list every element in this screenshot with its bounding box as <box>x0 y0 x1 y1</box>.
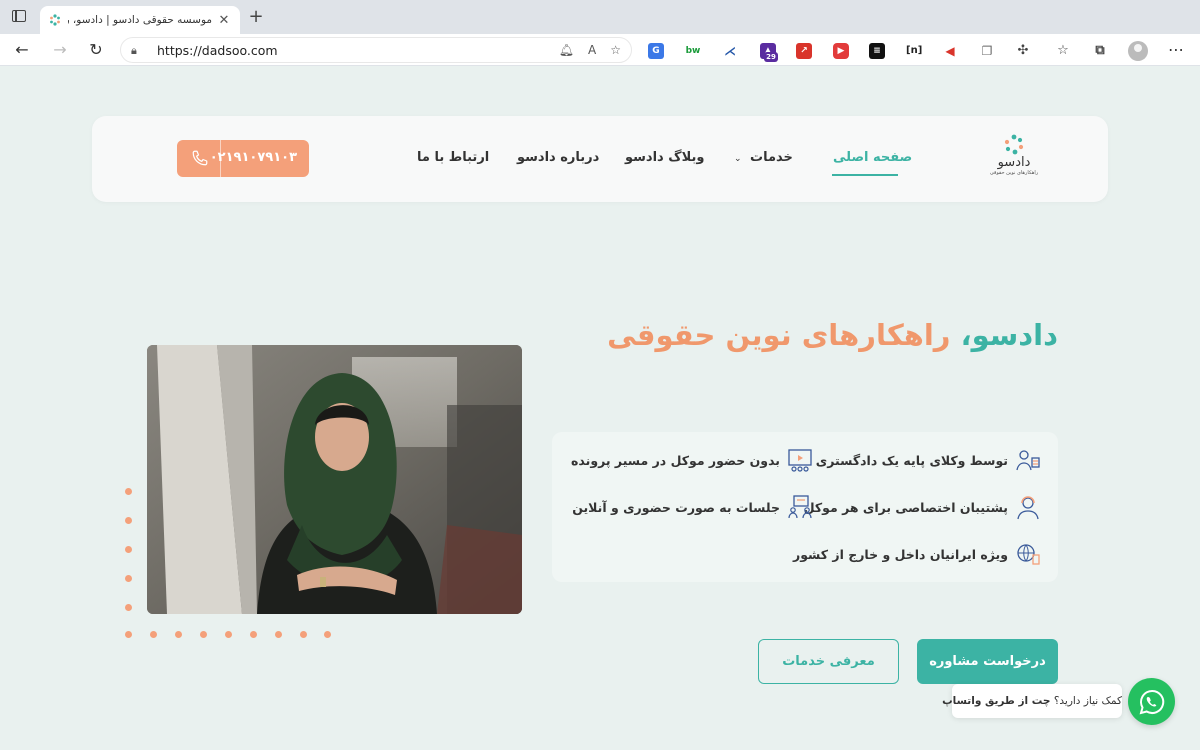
chevron-down-icon[interactable]: ⌄ <box>734 154 742 164</box>
notification-blocked-icon[interactable]: 🔔︎ <box>559 43 574 57</box>
browser-tab[interactable]: موسسه حقوقی دادسو | دادسو، راهکارهای نوی… <box>40 6 240 34</box>
translate-icon[interactable]: G <box>648 43 664 59</box>
feature-text: توسط وکلای پایه یک دادگستری <box>815 452 1008 468</box>
feature-item: بدون حضور موکل در مسیر پرونده <box>571 446 814 474</box>
hero-photo <box>147 345 522 614</box>
new-tab-icon[interactable]: + <box>246 8 266 28</box>
hero-title-rest: راهکارهای نوین حقوقی <box>607 318 961 352</box>
feature-text: بدون حضور موکل در مسیر پرونده <box>571 452 780 468</box>
tool-icon[interactable]: ⋌ <box>722 43 738 59</box>
logo-tagline: راهکارهای نوین حقوقی <box>989 170 1039 176</box>
collections-icon[interactable]: ⧉ <box>1092 43 1108 59</box>
more-options-icon[interactable]: ⋯ <box>1168 40 1184 59</box>
whatsapp-icon <box>1139 689 1164 714</box>
phone-number: ۰۲۱۹۱۰۷۹۱۰۳ <box>209 150 297 165</box>
phone-icon <box>192 150 208 166</box>
logo-name: دادسو <box>997 155 1031 170</box>
lawyer-icon <box>1014 446 1042 474</box>
feature-text: پشتیبان اختصاصی برای هر موکل <box>803 499 1008 515</box>
support-agent-icon <box>1014 493 1042 521</box>
site-favicon <box>50 14 60 26</box>
hero-brand: دادسو، <box>960 318 1058 352</box>
globe-building-icon <box>1014 540 1042 568</box>
url-text: https://dadsoo.com <box>157 42 278 58</box>
address-bar[interactable]: 🔒︎ https://dadsoo.com 🔔︎ A ☆ <box>120 37 632 63</box>
puzzle-icon[interactable]: ✣ <box>1015 43 1031 59</box>
profile-avatar[interactable] <box>1128 41 1148 61</box>
feature-item: جلسات به صورت حضوری و آنلاین <box>572 493 814 521</box>
tab-title: موسسه حقوقی دادسو | دادسو، راهکارهای نوی… <box>68 14 212 26</box>
whatsapp-prompt[interactable]: کمک نیاز دارید؟ چت از طریق واتساپ <box>942 684 1122 718</box>
lock-icon: 🔒︎ <box>131 44 137 57</box>
feature-text: ویژه ایرانیان داخل و خارج از کشور <box>793 546 1008 562</box>
forward-icon[interactable]: → <box>50 40 70 60</box>
video-board-icon <box>786 446 814 474</box>
nav-contact[interactable]: ارتباط با ما <box>417 150 489 165</box>
services-intro-button[interactable]: معرفی خدمات <box>758 639 899 684</box>
nav-home[interactable]: صفحه اصلی <box>833 150 912 165</box>
browser-toolbar: ← → ↻ 🔒︎ https://dadsoo.com 🔔︎ A ☆ G bw … <box>0 34 1200 66</box>
lawyer-portrait-image <box>147 345 522 614</box>
nav-about[interactable]: درباره دادسو <box>517 150 599 165</box>
site-logo[interactable]: دادسو راهکارهای نوین حقوقی <box>982 134 1046 184</box>
reload-icon[interactable]: ↻ <box>86 40 106 60</box>
site-header: دادسو راهکارهای نوین حقوقی صفحه اصلی خدم… <box>92 116 1108 202</box>
wallet-icon[interactable]: ≡ <box>869 43 885 59</box>
whatsapp-button[interactable] <box>1128 678 1175 725</box>
arrow-icon[interactable]: ↗ <box>796 43 812 59</box>
nav-blog[interactable]: وبلاگ دادسو <box>625 150 704 165</box>
copy-icon[interactable]: ❐ <box>979 43 995 59</box>
hero-title: دادسو، راهکارهای نوین حقوقی <box>600 318 1058 352</box>
brackets-icon[interactable]: [n] <box>906 43 922 59</box>
whatsapp-question: کمک نیاز دارید؟ <box>1053 695 1122 707</box>
feature-item: ویژه ایرانیان داخل و خارج از کشور <box>793 540 1042 568</box>
extension-badge: 29 <box>764 52 778 62</box>
feature-text: جلسات به صورت حضوری و آنلاین <box>572 499 780 515</box>
play-icon[interactable]: ▶ <box>833 43 849 59</box>
back-icon[interactable]: ← <box>12 40 32 60</box>
feature-item: توسط وکلای پایه یک دادگستری <box>816 446 1042 474</box>
request-consultation-button[interactable]: درخواست مشاوره <box>917 639 1058 684</box>
nav-services[interactable]: خدمات <box>750 150 793 165</box>
favorite-star-icon[interactable]: ☆ <box>610 43 621 57</box>
read-aloud-icon[interactable]: A <box>588 43 596 57</box>
whatsapp-cta: چت از طریق واتساپ <box>942 695 1051 707</box>
feature-item: پشتیبان اختصاصی برای هر موکل <box>804 493 1042 521</box>
logo-mark-icon <box>1004 134 1024 155</box>
meeting-icon <box>786 493 814 521</box>
close-tab-icon[interactable]: ✕ <box>216 13 232 28</box>
megaphone-icon[interactable]: ◀ <box>942 43 958 59</box>
bw-icon[interactable]: bw <box>685 43 701 59</box>
nav-active-underline <box>832 174 898 176</box>
phone-button[interactable]: ۰۲۱۹۱۰۷۹۱۰۳ <box>177 140 309 177</box>
favorites-list-icon[interactable]: ☆ <box>1055 43 1071 59</box>
browser-tab-bar: موسسه حقوقی دادسو | دادسو، راهکارهای نوی… <box>0 0 1200 34</box>
tab-actions-icon[interactable] <box>12 10 26 22</box>
